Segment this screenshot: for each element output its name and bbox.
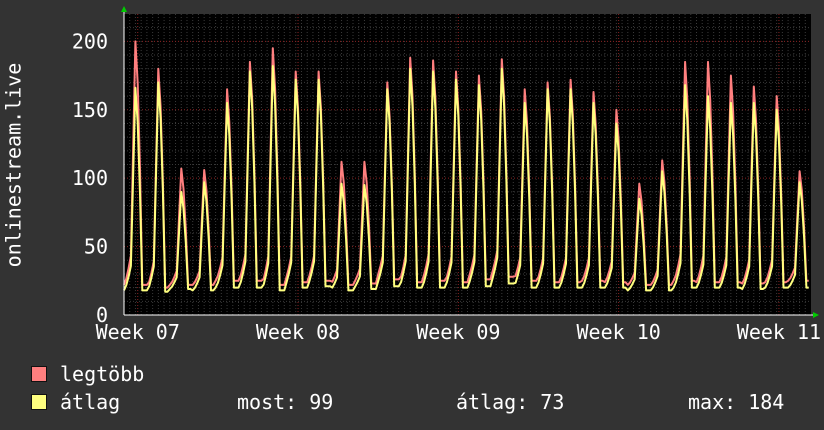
y-axis-label-wrap: onlinestream.live <box>0 20 26 310</box>
x-axis-arrow-icon <box>813 312 819 318</box>
legend-label-avg: átlag <box>60 390 121 414</box>
legend-swatch-max <box>31 366 47 382</box>
x-tick-label: Week 11 <box>737 320 821 344</box>
y-tick-label: 150 <box>72 98 108 122</box>
legend-label-max: legtöbb <box>60 362 145 386</box>
y-tick-label: 50 <box>84 235 108 259</box>
legend-item-max: legtöbb <box>31 362 145 386</box>
x-tick-label: Week 07 <box>96 320 180 344</box>
x-tick-label: Week 10 <box>576 320 660 344</box>
y-axis-arrow-icon <box>121 6 127 12</box>
y-axis-label: onlinestream.live <box>1 62 26 268</box>
x-tick-label: Week 08 <box>256 320 340 344</box>
stat-max: max: 184 <box>688 390 785 414</box>
y-tick-label: 200 <box>72 29 108 53</box>
x-tick-label: Week 09 <box>416 320 500 344</box>
legend-item-avg: átlag <box>31 390 121 414</box>
y-tick-label: 100 <box>72 166 108 190</box>
stat-now: most: 99 <box>237 390 334 414</box>
stat-average: átlag: 73 <box>456 390 565 414</box>
legend-swatch-avg <box>31 394 47 410</box>
grid <box>124 14 811 315</box>
